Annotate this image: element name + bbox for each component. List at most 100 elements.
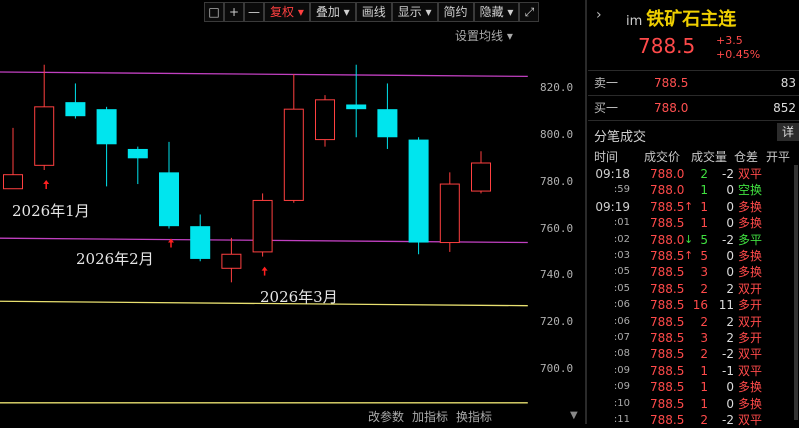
trade-volume: 1 — [700, 380, 708, 395]
col-header-type: 开平 — [766, 150, 791, 164]
trade-price: 788.0 — [650, 232, 685, 247]
trade-price: 788.5 — [650, 265, 685, 280]
trade-price: 788.5 — [650, 216, 685, 231]
trade-type: 双平 — [738, 347, 763, 362]
trade-type: 双开 — [738, 281, 763, 296]
trade-row: :59 788.0 1 0 空换 — [588, 182, 799, 198]
separator — [588, 120, 799, 121]
bid-volume: 852 — [773, 101, 796, 115]
trade-type: 双平 — [738, 167, 763, 181]
trade-price: 788.5 — [650, 199, 685, 214]
trade-row: :06 788.5 2 2 双开 — [588, 314, 799, 330]
y-tick-label: 760.0 — [540, 221, 574, 235]
indicator-buttons: 改参数 加指标 换指标 — [368, 408, 492, 425]
ask-volume: 83 — [780, 76, 796, 90]
candle-body-up — [471, 162, 491, 192]
trade-time: :02 — [613, 233, 630, 245]
trade-price: 788.5 — [650, 380, 685, 395]
y-tick-label: 700.0 — [540, 361, 574, 375]
col-header-oi: 仓差 — [734, 150, 759, 164]
trade-volume: 2 — [700, 167, 708, 181]
trade-row: :11 788.5 2 -2 双平 — [588, 412, 799, 428]
trade-time: :59 — [613, 184, 630, 196]
trade-price: 788.5 — [650, 298, 685, 313]
trade-price: 788.5 — [650, 331, 685, 345]
trade-volume: 1 — [700, 363, 708, 378]
candle-body-up — [439, 183, 460, 244]
trade-type: 多换 — [738, 396, 763, 411]
y-tick-label: 720.0 — [540, 315, 574, 329]
ask-label: 卖一 — [594, 76, 619, 90]
col-header-volume: 成交量 — [691, 150, 728, 164]
trade-price: 788.0 — [650, 167, 685, 181]
trade-price: 788.0 — [650, 183, 685, 198]
trade-oi-change: -1 — [722, 363, 734, 378]
trade-volume: 1 — [700, 216, 708, 231]
trade-type: 多换 — [738, 249, 763, 263]
trade-oi-change: -2 — [722, 413, 734, 427]
trade-time: 09:19 — [595, 199, 630, 214]
trade-time: :03 — [613, 250, 630, 261]
trade-time: :01 — [613, 217, 630, 229]
chevron-right-icon[interactable]: › — [596, 7, 602, 23]
separator — [588, 95, 799, 96]
candle-body-up — [3, 174, 23, 190]
trade-volume: 1 — [700, 396, 708, 411]
price-change: +3.5 +0.45% — [716, 34, 760, 62]
instrument-prefix: im — [626, 14, 643, 29]
trade-oi-change: 0 — [726, 199, 734, 214]
trade-time: :05 — [613, 266, 630, 278]
y-tick-label: 820.0 — [540, 81, 574, 95]
edit-params-button[interactable]: 改参数 — [368, 408, 404, 425]
trade-type: 多换 — [738, 380, 763, 395]
month-label-jan: 2026年1月 — [12, 202, 90, 220]
bid-row: 买一 788.0 852 — [594, 98, 798, 118]
separator — [588, 70, 799, 71]
trade-type: 多平 — [738, 232, 763, 247]
trade-volume: 2 — [700, 281, 708, 296]
instrument-name: 铁矿石主连 — [646, 9, 737, 30]
trade-time: :06 — [613, 315, 630, 327]
trade-oi-change: 0 — [726, 265, 734, 280]
trade-time: :06 — [613, 299, 630, 311]
trade-row: :05 788.5 3 0 多换 — [588, 264, 799, 280]
trade-type: 多换 — [738, 265, 763, 280]
trade-row: :09 788.5 1 -1 双平 — [588, 363, 799, 379]
trade-row: :02 788.0 ↓ 5 -2 多平 — [588, 232, 799, 248]
change-indicator-button[interactable]: 换指标 — [456, 408, 492, 425]
trade-price: 788.5 — [650, 363, 685, 378]
trade-price: 788.5 — [650, 347, 685, 362]
trade-volume: 1 — [700, 183, 708, 198]
trade-volume: 5 — [700, 232, 708, 247]
trade-volume: 3 — [700, 331, 708, 345]
trade-time: :07 — [613, 332, 630, 343]
trade-oi-change: 0 — [726, 216, 734, 231]
trade-time: :09 — [613, 381, 630, 393]
trade-row: 09:18 788.0 2 -2 双平 — [588, 166, 799, 182]
trade-row: :06 788.5 16 11 多开 — [588, 297, 799, 313]
trade-price: 788.5 — [650, 396, 685, 411]
detail-button[interactable]: 详 — [777, 123, 799, 141]
trade-row: :03 788.5 ↑ 5 0 多换 — [588, 248, 799, 264]
month-label-feb: 2026年2月 — [76, 250, 154, 268]
candle-body-down — [96, 109, 117, 145]
candle-body-down — [65, 102, 86, 117]
trade-type: 多开 — [738, 331, 763, 345]
scroll-down-icon[interactable]: ▼ — [570, 410, 578, 421]
candle-body-up — [252, 199, 273, 253]
trade-price: 788.5 — [650, 281, 685, 296]
trade-row: :08 788.5 2 -2 双平 — [588, 346, 799, 362]
trades-scrollbar[interactable] — [794, 165, 798, 420]
trade-oi-change: 2 — [726, 314, 734, 329]
y-tick-label: 800.0 — [540, 127, 574, 141]
trade-price: 788.5 — [650, 249, 685, 263]
add-indicator-button[interactable]: 加指标 — [412, 408, 448, 425]
panel-divider[interactable] — [585, 0, 587, 424]
trade-time: :10 — [613, 397, 630, 409]
trade-row: :01 788.5 1 0 多换 — [588, 215, 799, 231]
trade-row: 09:19 788.5 ↑ 1 0 多换 — [588, 199, 799, 215]
candle-body-down — [377, 109, 398, 138]
trade-type: 多换 — [738, 216, 763, 231]
bid-label: 买一 — [594, 101, 619, 115]
upper-band-line — [0, 71, 528, 78]
